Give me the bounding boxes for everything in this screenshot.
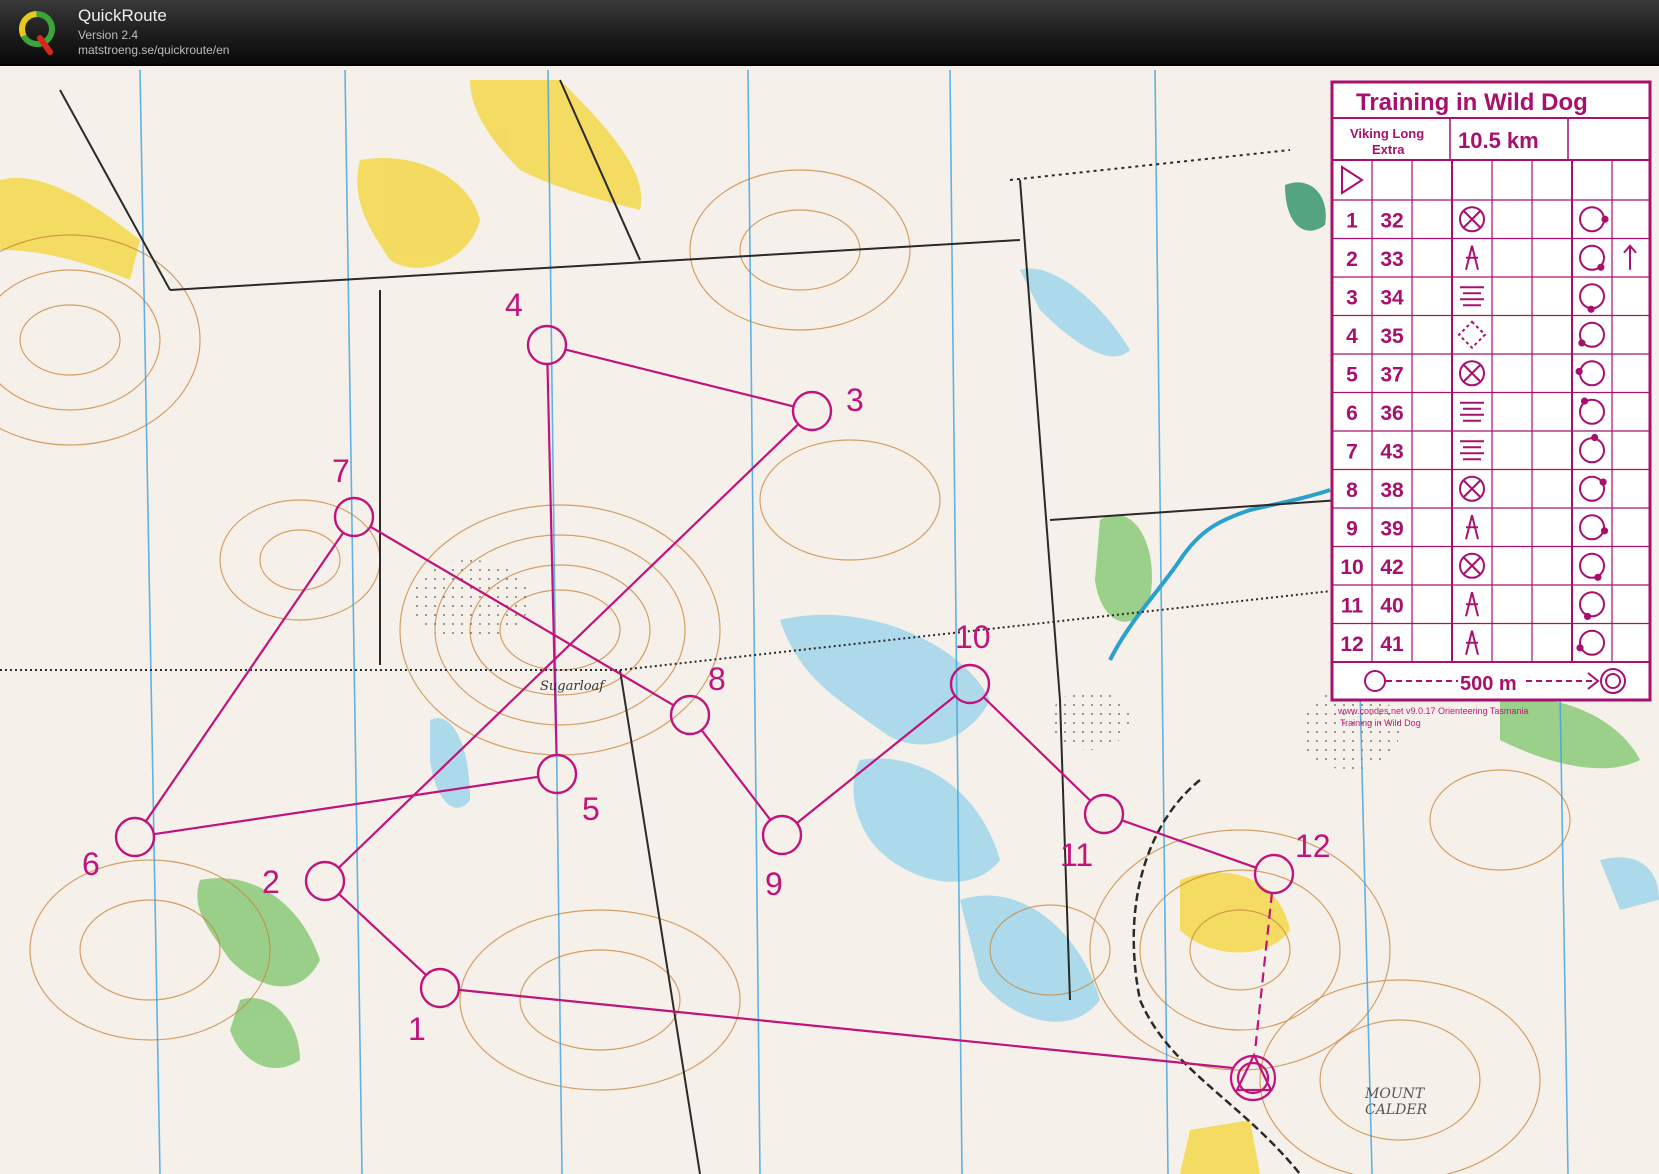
app-version: Version 2.4 — [78, 28, 138, 42]
description-row-number: 12 — [1340, 633, 1363, 656]
description-row-number: 1 — [1346, 209, 1358, 232]
orienteering-map[interactable]: 123456789101112 Sugarloaf MOUNT CALDER T… — [0, 66, 1659, 1174]
description-row-code: 33 — [1380, 248, 1403, 271]
description-row-code: 36 — [1380, 402, 1403, 425]
course-class-line2: Extra — [1372, 142, 1405, 157]
description-row-number: 11 — [1341, 594, 1364, 617]
description-row-number: 3 — [1346, 286, 1358, 309]
place-label-sugarloaf: Sugarloaf — [540, 679, 606, 694]
description-row-code: 39 — [1380, 517, 1403, 540]
description-row-number: 8 — [1346, 479, 1358, 502]
description-row-code: 41 — [1380, 633, 1404, 656]
description-row-number: 4 — [1346, 325, 1358, 348]
place-label-mount: MOUNT — [1364, 1086, 1426, 1102]
place-label-calder: CALDER — [1365, 1102, 1428, 1118]
control-number-1: 1 — [408, 1011, 426, 1047]
control-number-2: 2 — [262, 864, 280, 900]
app-url[interactable]: matstroeng.se/quickroute/en — [78, 43, 229, 57]
finish-distance: 500 m — [1460, 673, 1517, 695]
control-number-10: 10 — [955, 619, 991, 655]
title-bar: QuickRoute Version 2.4 matstroeng.se/qui… — [0, 0, 1659, 64]
control-number-3: 3 — [846, 382, 864, 418]
description-row-code: 32 — [1380, 209, 1403, 232]
app-title: QuickRoute — [78, 6, 167, 26]
description-row-number: 9 — [1346, 517, 1358, 540]
control-number-7: 7 — [332, 453, 350, 489]
event-title: Training in Wild Dog — [1356, 89, 1588, 116]
description-row-code: 38 — [1380, 479, 1404, 502]
control-number-9: 9 — [765, 866, 783, 902]
sheet-footer-title: Training in Wild Dog — [1340, 718, 1421, 728]
sheet-footer-credit: www.condes.net v9.0.17 Orienteering Tasm… — [1337, 706, 1528, 716]
control-number-8: 8 — [708, 661, 726, 697]
description-row-code: 35 — [1380, 325, 1404, 348]
description-row-number: 2 — [1346, 248, 1358, 271]
description-row-code: 34 — [1380, 286, 1404, 309]
control-number-4: 4 — [505, 287, 523, 323]
description-row-number: 6 — [1346, 402, 1358, 425]
control-number-5: 5 — [582, 791, 600, 827]
description-row-code: 40 — [1380, 594, 1403, 617]
description-row-number: 7 — [1346, 440, 1358, 463]
description-row-code: 42 — [1380, 556, 1403, 579]
course-length: 10.5 km — [1458, 128, 1539, 153]
description-row-number: 10 — [1340, 556, 1363, 579]
control-number-11: 11 — [1060, 837, 1093, 873]
control-number-6: 6 — [82, 846, 100, 882]
description-row-number: 5 — [1346, 363, 1358, 386]
control-number-12: 12 — [1295, 828, 1331, 864]
control-description-sheet: Training in Wild Dog Viking Long Extra 1… — [1332, 82, 1650, 700]
course-class-line1: Viking Long — [1350, 126, 1424, 141]
description-row-code: 43 — [1380, 440, 1403, 463]
quickroute-logo-icon — [16, 8, 60, 56]
description-row-code: 37 — [1380, 363, 1403, 386]
